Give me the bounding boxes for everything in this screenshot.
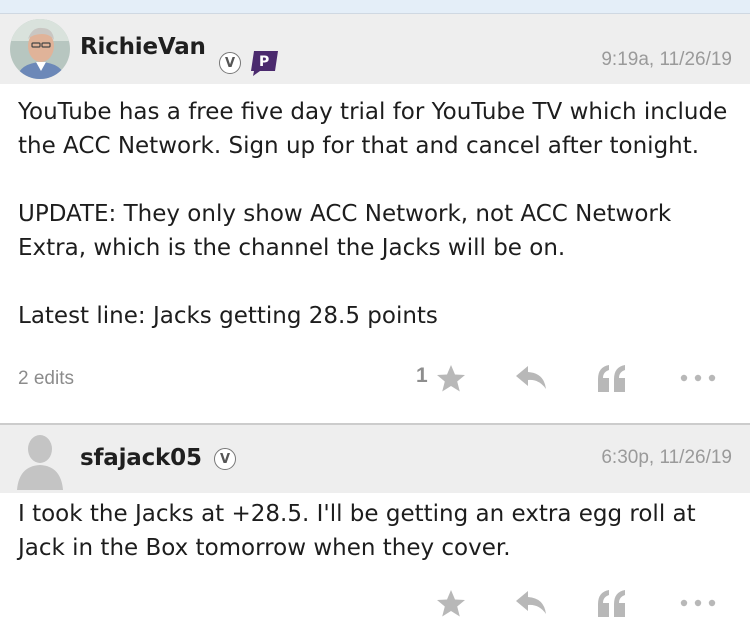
edits-link[interactable]: 2 edits	[18, 368, 74, 390]
post-paragraph: YouTube has a free five day trial for Yo…	[18, 99, 728, 159]
post-paragraph: I took the Jacks at +28.5. I'll be getti…	[18, 501, 696, 561]
top-strip	[0, 0, 750, 14]
post: RichieVan V P 9:19a, 11/26/19 YouTube ha…	[0, 14, 750, 404]
star-icon[interactable]	[436, 589, 466, 618]
reply-icon[interactable]	[515, 365, 547, 391]
post: sfajack05 V 6:30p, 11/26/19 I took the J…	[0, 425, 750, 629]
star-icon[interactable]	[436, 364, 466, 393]
post-footer: 2 edits 1	[0, 354, 750, 404]
post-footer	[0, 579, 750, 629]
username[interactable]: RichieVan	[80, 34, 206, 60]
star-count: 1	[416, 364, 428, 387]
post-paragraph: Latest line: Jacks getting 28.5 points	[18, 303, 438, 329]
verified-badge: V	[219, 52, 241, 74]
timestamp: 9:19a, 11/26/19	[601, 49, 732, 70]
reply-icon[interactable]	[515, 590, 547, 616]
quote-icon[interactable]	[597, 364, 627, 392]
avatar[interactable]	[10, 19, 70, 79]
post-body: I took the Jacks at +28.5. I'll be getti…	[0, 493, 750, 565]
post-body: YouTube has a free five day trial for Yo…	[0, 84, 750, 333]
post-header: sfajack05 V 6:30p, 11/26/19	[0, 425, 750, 493]
avatar[interactable]	[10, 430, 70, 490]
premium-badge-icon: P	[251, 51, 278, 76]
more-icon[interactable]	[680, 599, 716, 607]
user-photo-icon	[10, 19, 70, 79]
post-paragraph: UPDATE: They only show ACC Network, not …	[18, 201, 672, 261]
quote-icon[interactable]	[597, 589, 627, 617]
post-header: RichieVan V P 9:19a, 11/26/19	[0, 14, 750, 84]
svg-text:P: P	[259, 54, 269, 70]
verified-badge: V	[214, 448, 236, 470]
username[interactable]: sfajack05	[80, 445, 202, 471]
default-user-icon	[10, 430, 70, 490]
timestamp: 6:30p, 11/26/19	[601, 447, 732, 468]
more-icon[interactable]	[680, 374, 716, 382]
